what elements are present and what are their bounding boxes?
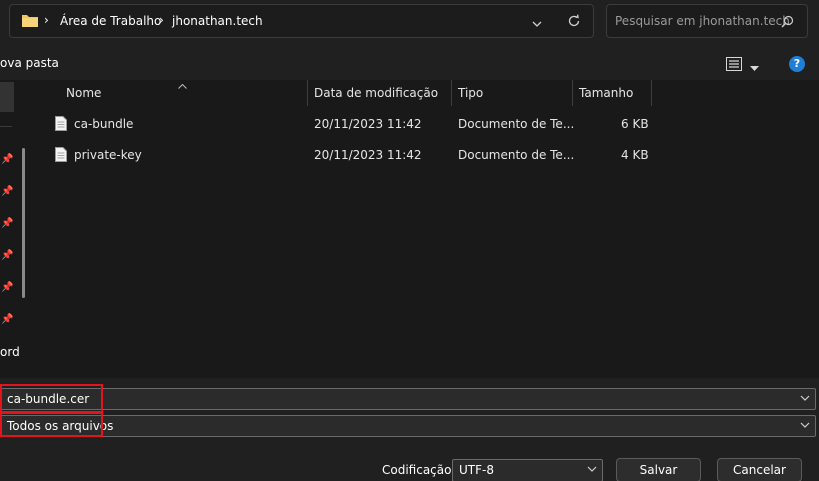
file-name: ca-bundle (74, 117, 134, 131)
column-header-type[interactable]: Tipo (458, 86, 483, 100)
toolbar: ova pasta ? (0, 48, 819, 80)
address-bar[interactable]: › Área de Trabalho › jhonathan.tech (9, 4, 594, 38)
sort-arrow-icon (178, 78, 187, 92)
chevron-down-icon[interactable] (587, 464, 597, 474)
column-divider[interactable] (651, 80, 652, 106)
pin-icon: 📌 (1, 314, 14, 325)
chevron-right-icon: › (159, 13, 164, 27)
table-row[interactable]: private-key 20/11/2023 11:42 Documento d… (48, 143, 658, 169)
pin-icon: 📌 (1, 186, 14, 197)
help-icon[interactable]: ? (789, 56, 805, 72)
column-header-date[interactable]: Data de modificação (314, 86, 438, 100)
new-folder-button[interactable]: ova pasta (0, 56, 59, 70)
encoding-select[interactable]: UTF-8 (452, 459, 603, 481)
filetype-select[interactable]: Todos os arquivos (0, 415, 816, 437)
pin-icon: 📌 (1, 282, 14, 293)
file-date: 20/11/2023 11:42 (314, 117, 422, 131)
chevron-down-icon[interactable] (800, 420, 810, 430)
navigation-pane: 📌 📌 📌 📌 📌 📌 ord (0, 80, 36, 378)
nav-selected-item[interactable] (0, 82, 14, 112)
breadcrumb-desktop[interactable]: Área de Trabalho (60, 14, 161, 28)
chevron-down-icon[interactable] (532, 17, 542, 31)
breadcrumb-current-folder[interactable]: jhonathan.tech (172, 14, 263, 28)
folder-icon (21, 13, 39, 31)
encoding-label: Codificação: (382, 463, 456, 477)
search-box[interactable]: Pesquisar em jhonathan.tech (606, 4, 808, 38)
save-button[interactable]: Salvar (616, 458, 701, 481)
column-header-name[interactable]: Nome (66, 86, 101, 100)
column-header-size[interactable]: Tamanho (579, 86, 633, 100)
save-options-panel: ca-bundle.cer Todos os arquivos Codifica… (0, 378, 819, 481)
nav-scrollbar[interactable] (22, 148, 25, 298)
encoding-value: UTF-8 (459, 463, 494, 477)
file-size: 4 KB (621, 148, 649, 162)
text-file-icon (55, 147, 67, 165)
column-divider[interactable] (451, 80, 452, 106)
view-list-icon[interactable] (726, 57, 742, 74)
file-size: 6 KB (621, 117, 649, 131)
file-name: private-key (74, 148, 142, 162)
pin-icon: 📌 (1, 250, 14, 261)
filename-highlight-box (0, 384, 103, 413)
search-icon[interactable] (781, 15, 794, 31)
view-options-chevron-icon[interactable] (750, 61, 759, 75)
column-divider[interactable] (307, 80, 308, 106)
nav-divider (0, 126, 12, 127)
filetype-highlight-box (0, 412, 103, 437)
refresh-icon[interactable] (567, 14, 581, 31)
file-type: Documento de Te... (458, 148, 575, 162)
column-divider[interactable] (572, 80, 573, 106)
cancel-button[interactable]: Cancelar (717, 458, 802, 481)
file-date: 20/11/2023 11:42 (314, 148, 422, 162)
filename-field[interactable]: ca-bundle.cer (0, 388, 816, 410)
chevron-down-icon[interactable] (800, 393, 810, 403)
table-row[interactable]: ca-bundle 20/11/2023 11:42 Documento de … (48, 112, 658, 138)
text-file-icon (55, 116, 67, 134)
pin-icon: 📌 (1, 154, 14, 165)
file-type: Documento de Te... (458, 117, 575, 131)
pin-icon: 📌 (1, 218, 14, 229)
chevron-right-icon: › (44, 13, 49, 27)
nav-item-label[interactable]: ord (0, 345, 20, 359)
search-input[interactable]: Pesquisar em jhonathan.tech (615, 14, 790, 28)
address-bar-region: › Área de Trabalho › jhonathan.tech Pesq… (0, 0, 819, 48)
